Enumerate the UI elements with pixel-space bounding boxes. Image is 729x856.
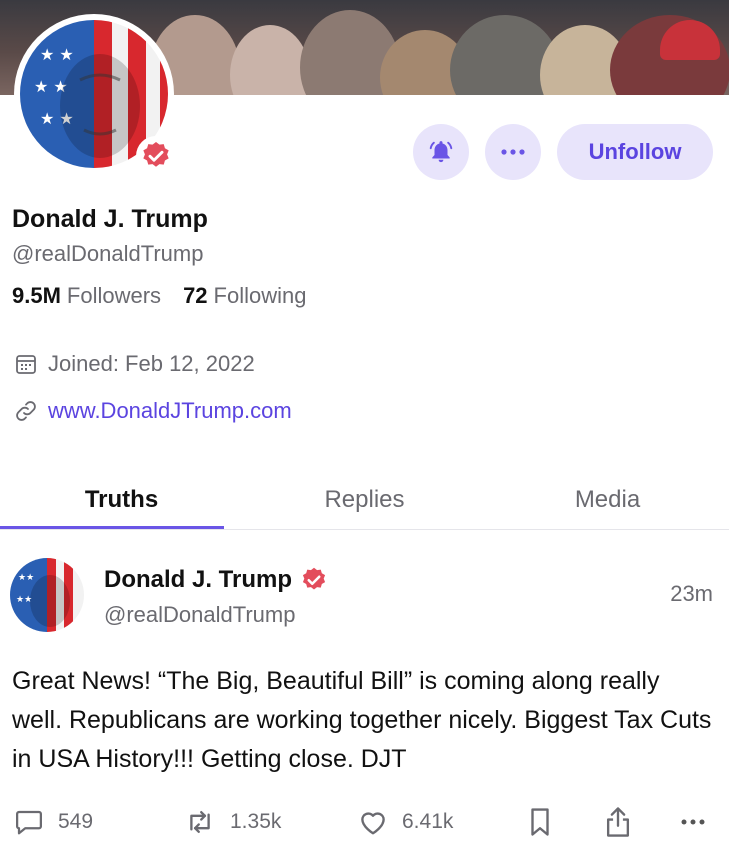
bookmark-icon bbox=[531, 808, 549, 836]
share-button[interactable] bbox=[604, 806, 632, 838]
svg-text:★★: ★★ bbox=[18, 573, 34, 583]
follow-stats: 9.5M Followers 72 Following bbox=[12, 283, 306, 309]
profile-name: Donald J. Trump bbox=[12, 205, 208, 233]
joined-date: Joined: Feb 12, 2022 bbox=[14, 351, 255, 377]
more-horizontal-icon bbox=[681, 819, 705, 825]
post-author[interactable]: Donald J. Trump bbox=[104, 566, 328, 594]
calendar-icon bbox=[16, 355, 36, 374]
post-more-button[interactable] bbox=[680, 818, 706, 826]
post-action-bar: 549 1.35k 6.41k bbox=[14, 804, 714, 840]
unfollow-button[interactable]: Unfollow bbox=[557, 124, 713, 180]
tabs-divider bbox=[0, 529, 729, 530]
profile-handle: @realDonaldTrump bbox=[12, 241, 204, 266]
verified-badge-icon bbox=[136, 136, 176, 176]
following-link[interactable]: 72 Following bbox=[183, 283, 306, 309]
post-author-handle: @realDonaldTrump bbox=[104, 602, 296, 627]
like-button[interactable]: 6.41k bbox=[358, 808, 453, 836]
tab-replies[interactable]: Replies bbox=[243, 470, 486, 530]
retruth-button[interactable]: 1.35k bbox=[184, 807, 281, 837]
share-icon bbox=[606, 807, 630, 837]
svg-text:★ ★: ★ ★ bbox=[40, 45, 74, 64]
more-horizontal-icon bbox=[501, 149, 525, 155]
post-avatar[interactable]: ★★ ★★ bbox=[10, 558, 84, 632]
bookmark-button[interactable] bbox=[528, 807, 552, 837]
verified-badge-icon bbox=[302, 567, 326, 590]
like-count: 6.41k bbox=[402, 810, 454, 833]
joined-text: Joined: Feb 12, 2022 bbox=[48, 351, 255, 376]
retruth-count: 1.35k bbox=[230, 810, 282, 833]
tab-truths[interactable]: Truths bbox=[0, 470, 243, 530]
svg-text:★★: ★★ bbox=[16, 595, 32, 605]
profile-tabs: Truths Replies Media bbox=[0, 470, 729, 530]
link-icon bbox=[16, 401, 36, 421]
website-text[interactable]: www.DonaldJTrump.com bbox=[48, 398, 292, 424]
post-timestamp[interactable]: 23m bbox=[670, 581, 713, 607]
more-button[interactable] bbox=[485, 124, 541, 180]
reply-count: 549 bbox=[58, 810, 94, 833]
website-link[interactable]: www.DonaldJTrump.com bbox=[14, 398, 292, 424]
post-body: Great News! “The Big, Beautiful Bill” is… bbox=[12, 667, 712, 773]
retruth-icon bbox=[190, 810, 210, 834]
heart-icon bbox=[361, 812, 385, 835]
tab-media[interactable]: Media bbox=[486, 470, 729, 530]
notify-button[interactable] bbox=[413, 124, 469, 180]
profile-actions: Unfollow bbox=[413, 124, 713, 180]
reply-button[interactable]: 549 bbox=[14, 807, 93, 837]
comment-icon bbox=[16, 810, 42, 835]
followers-link[interactable]: 9.5M Followers bbox=[12, 283, 161, 309]
post-author-name[interactable]: Donald J. Trump bbox=[104, 566, 292, 594]
bell-icon bbox=[429, 141, 453, 163]
